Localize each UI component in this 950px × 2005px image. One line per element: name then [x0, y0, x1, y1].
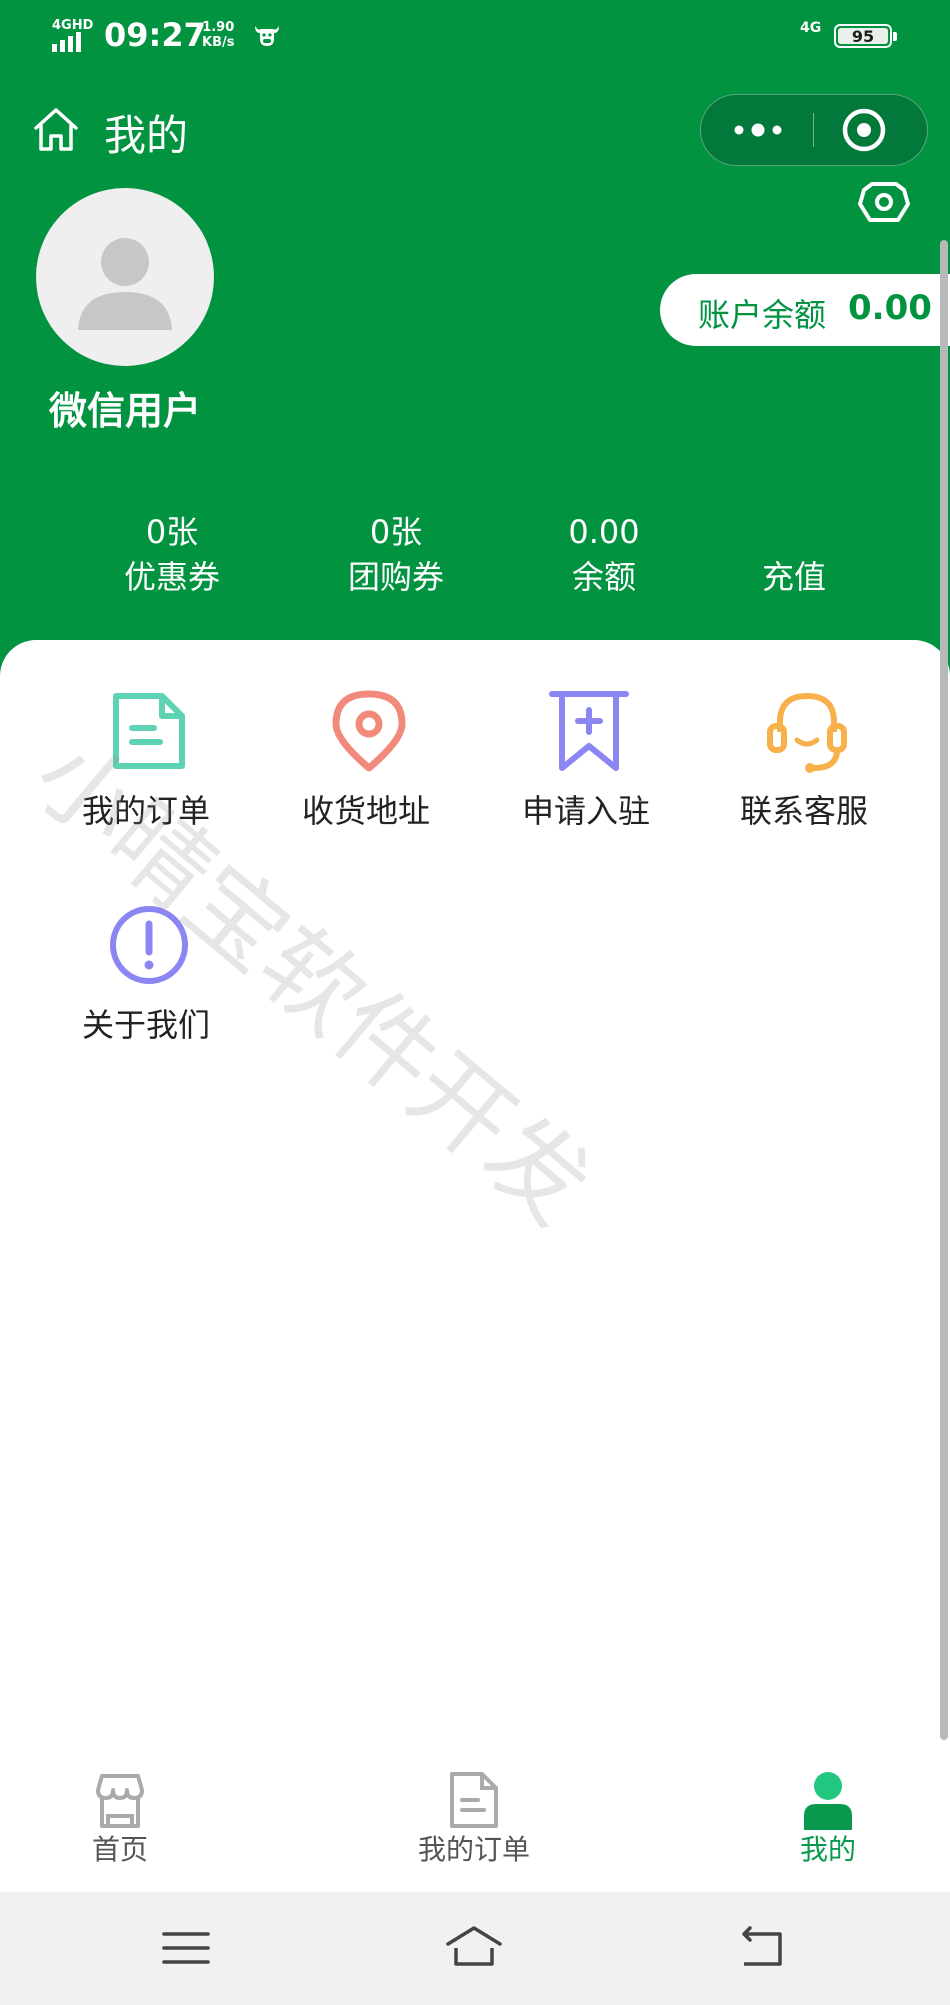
avatar[interactable] — [36, 188, 214, 366]
cow-app-icon — [255, 26, 279, 46]
menu-item-label: 我的订单 — [81, 792, 210, 830]
system-home-icon[interactable] — [444, 1918, 504, 1978]
battery-level: 95 — [838, 28, 888, 45]
signal-icon: 4GHD — [50, 18, 94, 54]
stat-balance[interactable]: 0.00 余额 — [524, 510, 684, 600]
system-nav-bar — [0, 1892, 950, 2005]
more-options-icon[interactable] — [725, 95, 791, 165]
speed-value: 1.90 — [202, 20, 235, 35]
headset-icon — [767, 692, 847, 773]
stat-label: 充值 — [761, 558, 826, 596]
close-miniprogram-icon[interactable] — [841, 107, 887, 153]
tab-label: 我的订单 — [417, 1833, 530, 1866]
speed-unit: KB/s — [202, 35, 235, 50]
miniprogram-capsule — [700, 94, 928, 166]
tab-label: 我的 — [799, 1833, 856, 1866]
tab-my-orders[interactable]: 我的订单 — [374, 1740, 574, 1892]
stat-value: 0张 — [369, 513, 423, 551]
menu-item-label: 收货地址 — [301, 792, 430, 830]
tab-label: 首页 — [91, 1833, 148, 1866]
default-avatar-icon — [78, 238, 172, 330]
stat-recharge[interactable]: 充值 — [714, 510, 874, 600]
menu-icon[interactable] — [156, 1918, 216, 1978]
clock: 09:27 — [104, 16, 206, 54]
menu-item-customer-service[interactable]: 联系客服 — [704, 688, 904, 848]
network-type: 4GHD — [52, 18, 94, 33]
back-icon[interactable] — [734, 1918, 794, 1978]
document-icon — [113, 693, 185, 769]
home-icon[interactable] — [30, 104, 82, 156]
tab-home[interactable]: 首页 — [20, 1740, 220, 1892]
stat-label: 团购券 — [347, 558, 444, 596]
stat-group-coupons[interactable]: 0张 团购券 — [316, 510, 476, 600]
stat-value: 0张 — [145, 513, 199, 551]
stat-label: 优惠券 — [123, 558, 220, 596]
tab-me[interactable]: 我的 — [728, 1740, 928, 1892]
info-icon — [110, 906, 188, 984]
status-bar: 4GHD 09:27 1.90 KB/s 4G 95 — [0, 0, 950, 72]
stat-value — [714, 510, 874, 554]
bookmark-plus-icon — [549, 691, 629, 771]
battery-icon: 95 — [834, 24, 897, 48]
menu-item-label: 申请入驻 — [521, 792, 650, 830]
menu-item-apply[interactable]: 申请入驻 — [486, 688, 686, 848]
document-icon — [450, 1772, 498, 1828]
menu-item-my-orders[interactable]: 我的订单 — [46, 688, 246, 848]
scrollbar[interactable] — [940, 240, 948, 1740]
person-icon — [804, 1772, 852, 1830]
location-pin-icon — [332, 690, 406, 772]
menu-item-label: 联系客服 — [739, 792, 868, 830]
menu-item-label: 关于我们 — [81, 1006, 210, 1044]
stat-coupons[interactable]: 0张 优惠券 — [92, 510, 252, 600]
network-speed: 1.90 KB/s — [202, 20, 234, 50]
menu-item-about-us[interactable]: 关于我们 — [46, 902, 246, 1062]
page-title: 我的 — [104, 111, 189, 160]
balance-label: 账户余额 — [698, 296, 827, 334]
menu-item-address[interactable]: 收货地址 — [266, 688, 466, 848]
username: 微信用户 — [48, 389, 201, 433]
network-4g-label: 4G — [800, 20, 822, 36]
stat-label: 余额 — [571, 558, 636, 596]
tab-bar: 首页 我的订单 我的 — [0, 1740, 950, 1892]
stat-value: 0.00 — [568, 513, 640, 551]
settings-icon[interactable] — [854, 182, 914, 226]
store-icon — [96, 1774, 144, 1828]
balance-value: 0.00 — [848, 288, 932, 328]
account-balance-pill[interactable]: 账户余额 0.00 — [660, 274, 950, 346]
